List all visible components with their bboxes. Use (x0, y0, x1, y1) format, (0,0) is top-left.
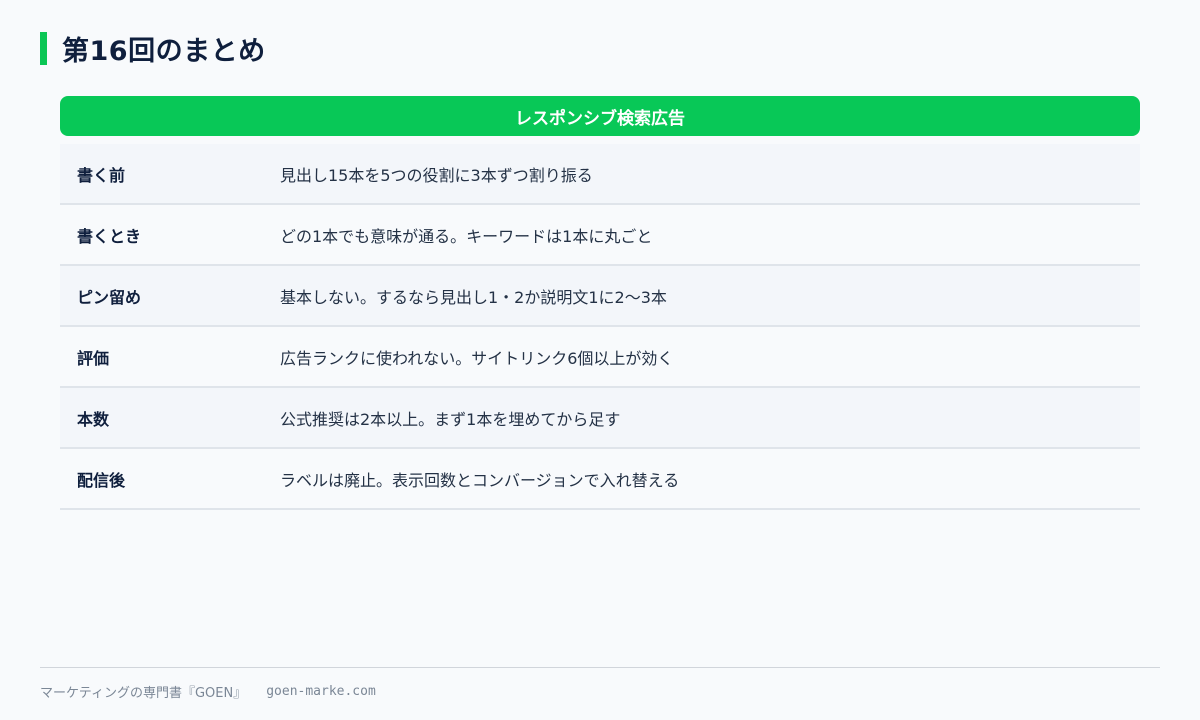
page-title: 第16回のまとめ (40, 30, 266, 67)
summary-table-header: レスポンシブ検索広告 (60, 96, 1140, 136)
title-accent-bar (40, 31, 47, 65)
page-title-text: 第16回のまとめ (62, 35, 266, 67)
row-label: 配信後 (77, 470, 126, 490)
row-label: 書くとき (77, 226, 142, 246)
row-label: 本数 (77, 409, 110, 429)
footer-site: goen-marke.com (266, 684, 376, 699)
table-row: 書くとき どの1本でも意味が通る。キーワードは1本に丸ごと (60, 205, 1140, 266)
table-row: ピン留め 基本しない。するなら見出し1・2か説明文1に2〜3本 (60, 266, 1140, 327)
row-value: 広告ランクに使われない。サイトリンク6個以上が効く (280, 348, 674, 368)
row-label: 書く前 (77, 165, 126, 185)
table-row: 書く前 見出し15本を5つの役割に3本ずつ割り振る (60, 144, 1140, 205)
table-row: 配信後 ラベルは廃止。表示回数とコンバージョンで入れ替える (60, 449, 1140, 510)
footer-divider (40, 667, 1160, 668)
table-row: 評価 広告ランクに使われない。サイトリンク6個以上が効く (60, 327, 1140, 388)
row-value: 公式推奨は2本以上。まず1本を埋めてから足す (280, 409, 621, 429)
table-row: 本数 公式推奨は2本以上。まず1本を埋めてから足す (60, 388, 1140, 449)
row-label: 評価 (77, 348, 110, 368)
summary-table: 書く前 見出し15本を5つの役割に3本ずつ割り振る 書くとき どの1本でも意味が… (60, 144, 1140, 510)
row-label: ピン留め (77, 287, 142, 307)
row-value: どの1本でも意味が通る。キーワードは1本に丸ごと (280, 226, 653, 246)
row-value: 見出し15本を5つの役割に3本ずつ割り振る (280, 165, 593, 185)
row-value: ラベルは廃止。表示回数とコンバージョンで入れ替える (280, 470, 680, 490)
footer-brand: マーケティングの専門書『GOEN』 (40, 686, 247, 701)
footer: マーケティングの専門書『GOEN』 goen-marke.com (40, 682, 376, 701)
row-value: 基本しない。するなら見出し1・2か説明文1に2〜3本 (280, 287, 667, 307)
